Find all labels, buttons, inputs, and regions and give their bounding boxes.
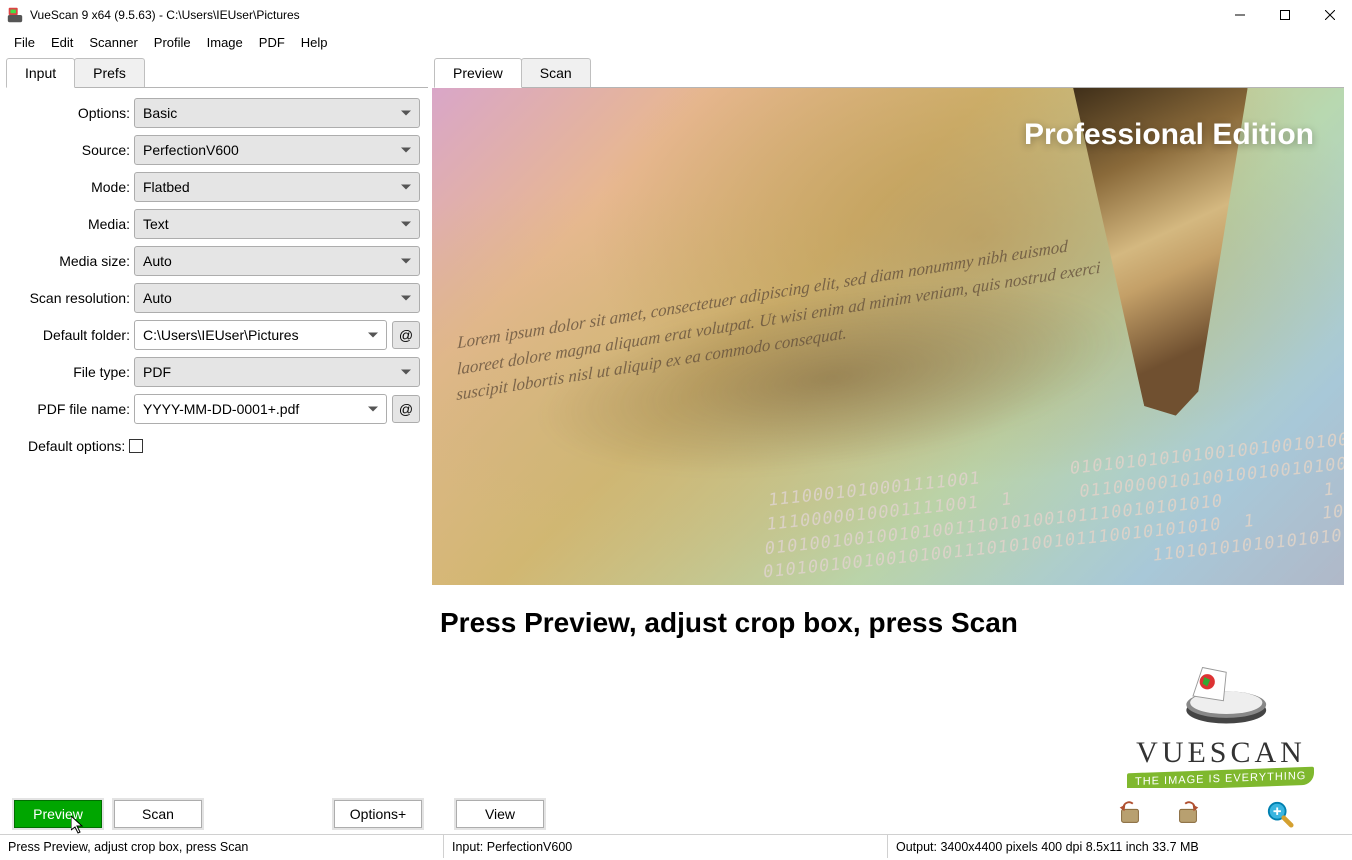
value-mode: Flatbed: [143, 179, 190, 195]
menu-pdf[interactable]: PDF: [251, 33, 293, 52]
label-source: Source:: [12, 142, 134, 158]
edition-text: Professional Edition: [1024, 118, 1314, 152]
tab-preview[interactable]: Preview: [434, 58, 522, 88]
preview-button[interactable]: Preview: [14, 800, 102, 828]
status-input: Input: PerfectionV600: [444, 835, 888, 858]
main-content: Input Prefs Options: Basic Source: Perfe…: [0, 54, 1352, 794]
zoom-in-icon[interactable]: [1266, 800, 1294, 828]
tab-input[interactable]: Input: [6, 58, 75, 88]
value-default-folder: C:\Users\IEUser\Pictures: [143, 327, 299, 343]
window-controls: [1217, 0, 1352, 30]
left-panel: Input Prefs Options: Basic Source: Perfe…: [0, 54, 428, 794]
row-scan-resolution: Scan resolution: Auto: [12, 283, 420, 313]
select-mode[interactable]: Flatbed: [134, 172, 420, 202]
select-file-type[interactable]: PDF: [134, 357, 420, 387]
select-options[interactable]: Basic: [134, 98, 420, 128]
left-tabs: Input Prefs: [6, 58, 428, 88]
logo-tagline: THE IMAGE IS EVERYTHING: [1127, 767, 1314, 788]
button-bar: Preview Scan Options+ View: [0, 794, 1352, 834]
maximize-button[interactable]: [1262, 0, 1307, 30]
row-default-options: Default options:: [12, 431, 420, 461]
status-output: Output: 3400x4400 pixels 400 dpi 8.5x11 …: [888, 835, 1352, 858]
right-panel: Preview Scan Lorem ipsum dolor sit amet,…: [428, 54, 1352, 794]
menu-file[interactable]: File: [6, 33, 43, 52]
label-mode: Mode:: [12, 179, 134, 195]
row-media-size: Media size: Auto: [12, 246, 420, 276]
scanner-icon: [1116, 661, 1326, 734]
label-file-type: File type:: [12, 364, 134, 380]
value-media: Text: [143, 216, 169, 232]
tab-prefs[interactable]: Prefs: [74, 58, 145, 87]
row-pdf-name: PDF file name: YYYY-MM-DD-0001+.pdf @: [12, 394, 420, 424]
select-source[interactable]: PerfectionV600: [134, 135, 420, 165]
checkbox-default-options[interactable]: [129, 439, 143, 453]
tab-scan[interactable]: Scan: [521, 58, 591, 87]
statusbar: Press Preview, adjust crop box, press Sc…: [0, 834, 1352, 858]
window-title: VueScan 9 x64 (9.5.63) - C:\Users\IEUser…: [30, 8, 300, 22]
row-options: Options: Basic: [12, 98, 420, 128]
splash-image: Lorem ipsum dolor sit amet, consectetuer…: [432, 88, 1344, 585]
label-default-options: Default options:: [28, 438, 125, 454]
select-media-size[interactable]: Auto: [134, 246, 420, 276]
minimize-button[interactable]: [1217, 0, 1262, 30]
status-hint: Press Preview, adjust crop box, press Sc…: [0, 835, 444, 858]
options-button[interactable]: Options+: [334, 800, 422, 828]
combo-default-folder[interactable]: C:\Users\IEUser\Pictures: [134, 320, 387, 350]
menu-image[interactable]: Image: [199, 33, 251, 52]
row-default-folder: Default folder: C:\Users\IEUser\Pictures…: [12, 320, 420, 350]
menubar: File Edit Scanner Profile Image PDF Help: [0, 30, 1352, 54]
value-file-type: PDF: [143, 364, 171, 380]
app-icon: [6, 6, 24, 24]
select-media[interactable]: Text: [134, 209, 420, 239]
menu-scanner[interactable]: Scanner: [81, 33, 145, 52]
at-button-pdf[interactable]: @: [392, 395, 420, 423]
right-tabs: Preview Scan: [434, 58, 1344, 88]
select-scan-resolution[interactable]: Auto: [134, 283, 420, 313]
label-media-size: Media size:: [12, 253, 134, 269]
label-media: Media:: [12, 216, 134, 232]
view-button[interactable]: View: [456, 800, 544, 828]
menu-edit[interactable]: Edit: [43, 33, 81, 52]
value-source: PerfectionV600: [143, 142, 239, 158]
row-mode: Mode: Flatbed: [12, 172, 420, 202]
form-area: Options: Basic Source: PerfectionV600 Mo…: [4, 88, 428, 478]
preview-area: Lorem ipsum dolor sit amet, consectetuer…: [432, 88, 1344, 788]
value-pdf-name: YYYY-MM-DD-0001+.pdf: [143, 401, 299, 417]
menu-profile[interactable]: Profile: [146, 33, 199, 52]
instruction-text: Press Preview, adjust crop box, press Sc…: [432, 585, 1344, 639]
menu-help[interactable]: Help: [293, 33, 336, 52]
combo-pdf-name[interactable]: YYYY-MM-DD-0001+.pdf: [134, 394, 387, 424]
row-media: Media: Text: [12, 209, 420, 239]
right-button-group: View: [436, 800, 1344, 828]
rotate-right-icon[interactable]: [1174, 800, 1202, 828]
label-default-folder: Default folder:: [12, 327, 134, 343]
row-source: Source: PerfectionV600: [12, 135, 420, 165]
at-button-folder[interactable]: @: [392, 321, 420, 349]
row-file-type: File type: PDF: [12, 357, 420, 387]
label-options: Options:: [12, 105, 134, 121]
label-scan-resolution: Scan resolution:: [12, 290, 134, 306]
value-options: Basic: [143, 105, 177, 121]
logo-name: VUESCAN: [1116, 736, 1326, 770]
label-pdf-name: PDF file name:: [12, 401, 134, 417]
close-button[interactable]: [1307, 0, 1352, 30]
preview-button-label: Preview: [33, 806, 83, 822]
left-button-group: Preview Scan Options+: [8, 800, 436, 828]
value-media-size: Auto: [143, 253, 172, 269]
right-icons: [1100, 800, 1344, 828]
rotate-left-icon[interactable]: [1116, 800, 1144, 828]
value-scan-resolution: Auto: [143, 290, 172, 306]
logo-area: VUESCAN THE IMAGE IS EVERYTHING: [1116, 661, 1326, 788]
titlebar: VueScan 9 x64 (9.5.63) - C:\Users\IEUser…: [0, 0, 1352, 30]
scan-button[interactable]: Scan: [114, 800, 202, 828]
